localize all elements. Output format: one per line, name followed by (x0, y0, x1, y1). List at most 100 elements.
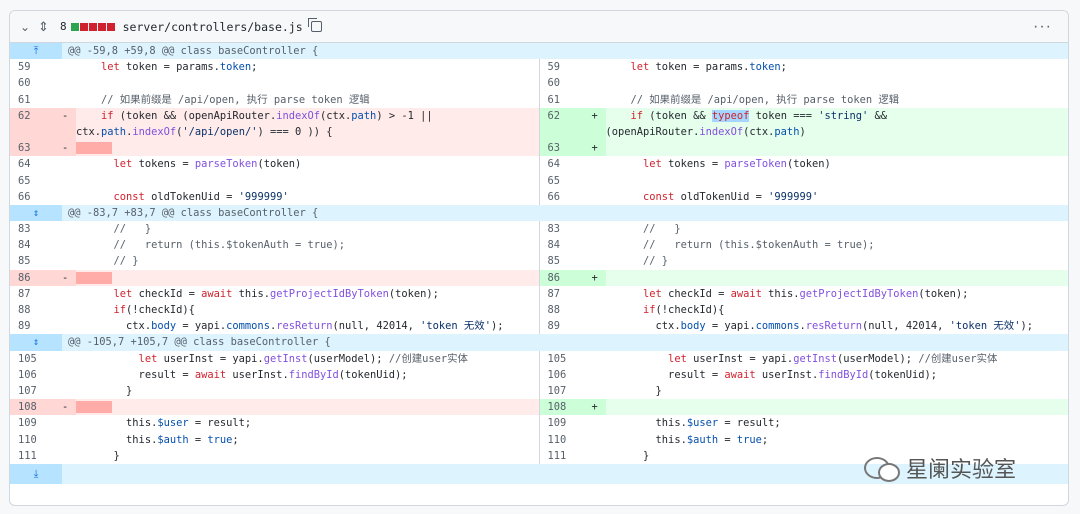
diffstat-block-del (88, 22, 97, 31)
line-number[interactable]: 64 (10, 156, 62, 172)
line-number[interactable]: 108 (10, 399, 62, 416)
line-number[interactable]: 60 (10, 75, 62, 91)
line-number[interactable]: 59 (540, 59, 592, 75)
addition-sign: + (591, 107, 606, 141)
line-number[interactable]: 88 (540, 302, 592, 318)
line-number[interactable]: 109 (540, 415, 592, 431)
expand-down-icon[interactable]: ⤓ (10, 463, 62, 484)
diff-row: 61 // 如果前缀是 /api/open, 执行 parse token 逻辑… (10, 91, 1068, 108)
more-options-icon[interactable]: ··· (1033, 18, 1058, 36)
line-number[interactable]: 111 (10, 448, 62, 464)
line-number[interactable]: 66 (540, 189, 592, 205)
line-number[interactable]: 105 (10, 351, 62, 367)
line-number[interactable]: 106 (10, 367, 62, 383)
diff-row: 85 // } 85 // } (10, 253, 1068, 270)
watermark-text: 星阑实验室 (906, 458, 1017, 483)
code-line-deleted: if (token && (openApiRouter.indexOf(ctx.… (76, 109, 433, 138)
line-number[interactable]: 110 (10, 432, 62, 448)
code-line: let userInst = yapi.getInst(userModel); … (605, 352, 998, 365)
whitespace-deletion-mark (76, 271, 112, 284)
addition-sign: + (591, 269, 606, 286)
line-number[interactable]: 109 (10, 415, 62, 431)
line-number[interactable]: 110 (540, 432, 592, 448)
line-number[interactable]: 106 (540, 367, 592, 383)
diff-row: 109 this.$user = result; 109 this.$user … (10, 415, 1068, 432)
code-line: let token = params.token; (605, 61, 787, 74)
code-line: // } (76, 255, 139, 268)
code-line: const oldTokenUid = '999999' (605, 190, 819, 203)
line-number[interactable]: 84 (540, 237, 592, 253)
deletion-sign: - (62, 140, 76, 157)
line-number[interactable]: 63 (539, 140, 592, 157)
diffstat-block-del (97, 22, 106, 31)
code-line: } (76, 449, 120, 462)
line-number[interactable]: 62 (10, 107, 62, 141)
line-number[interactable]: 111 (540, 448, 592, 464)
line-number[interactable]: 59 (10, 59, 62, 75)
line-number[interactable]: 85 (540, 253, 592, 269)
line-number[interactable]: 66 (10, 189, 62, 205)
whitespace-deletion-mark (76, 142, 112, 155)
line-number[interactable]: 60 (540, 75, 592, 91)
diff-row: 110 this.$auth = true; 110 this.$auth = … (10, 431, 1068, 448)
line-number[interactable]: 105 (540, 351, 592, 367)
line-number[interactable]: 84 (10, 237, 62, 253)
diff-row: 83 // } 83 // } (10, 221, 1068, 238)
file-path[interactable]: server/controllers/base.js (123, 20, 303, 34)
line-number[interactable]: 63 (10, 140, 62, 157)
expand-both-icon[interactable]: ⇕ (10, 204, 62, 222)
diff-row: 59 let token = params.token; 59 let toke… (10, 59, 1068, 76)
whitespace-deletion-mark (76, 401, 112, 414)
line-number[interactable]: 86 (10, 269, 62, 286)
diff-file: ⌄ ⇕ 8 server/controllers/base.js ··· ⤒ @… (9, 10, 1069, 506)
diff-row-changed: 108- 108 + (10, 399, 1068, 416)
code-line: ctx.body = yapi.commons.resReturn(null, … (76, 320, 504, 333)
line-number[interactable]: 61 (540, 92, 592, 108)
hunk-label: @@ -105,7 +105,7 @@ class baseController… (68, 336, 331, 349)
line-number[interactable]: 62 (539, 107, 592, 141)
expand-all-icon[interactable]: ⇕ (38, 19, 56, 35)
line-number[interactable]: 89 (540, 318, 592, 334)
line-number[interactable]: 89 (10, 318, 62, 334)
diff-row: 66 const oldTokenUid = '999999' 66 const… (10, 188, 1068, 205)
diff-row: 88 if(!checkId){ 88 if(!checkId){ (10, 302, 1068, 319)
code-line: this.$user = result; (605, 417, 781, 430)
code-line: this.$auth = true; (605, 433, 769, 446)
line-number[interactable]: 65 (10, 173, 62, 189)
line-number[interactable]: 83 (540, 221, 592, 237)
diff-row: 84 // return (this.$tokenAuth = true); 8… (10, 237, 1068, 254)
deletion-sign: - (62, 107, 76, 141)
copy-icon[interactable] (307, 18, 322, 32)
addition-sign: + (591, 399, 606, 416)
hunk-header: ⇕ @@ -83,7 +83,7 @@ class baseController… (10, 204, 1068, 222)
hunk-header: ⇕ @@ -105,7 +105,7 @@ class baseControll… (10, 334, 1068, 351)
code-line: // } (605, 255, 669, 268)
diff-row: 105 let userInst = yapi.getInst(userMode… (10, 350, 1068, 367)
code-line: ctx.body = yapi.commons.resReturn(null, … (605, 320, 1033, 333)
line-number[interactable]: 86 (539, 269, 592, 286)
expand-both-icon[interactable]: ⇕ (10, 334, 62, 351)
line-number[interactable]: 88 (10, 302, 62, 318)
code-line: if(!checkId){ (76, 304, 195, 317)
line-number[interactable]: 87 (540, 286, 592, 302)
code-line: result = await userInst.findById(tokenUi… (605, 368, 938, 381)
chevron-down-icon[interactable]: ⌄ (20, 20, 38, 34)
code-line: result = await userInst.findById(tokenUi… (76, 368, 408, 381)
code-line: let checkId = await this.getProjectIdByT… (76, 287, 439, 300)
line-number[interactable]: 65 (540, 173, 592, 189)
code-line: let checkId = await this.getProjectIdByT… (605, 287, 969, 300)
line-number[interactable]: 83 (10, 221, 62, 237)
line-number[interactable]: 108 (539, 399, 592, 416)
line-number[interactable]: 64 (540, 156, 592, 172)
line-number[interactable]: 87 (10, 286, 62, 302)
watermark: 星阑实验室 (864, 452, 1016, 484)
line-number[interactable]: 61 (10, 92, 62, 108)
diff-row: 60 60 (10, 75, 1068, 92)
line-number[interactable]: 107 (540, 383, 592, 399)
expand-up-icon[interactable]: ⤒ (10, 43, 62, 60)
diffstat-block-add (70, 22, 79, 31)
line-number[interactable]: 107 (10, 383, 62, 399)
code-line: if(!checkId){ (605, 304, 725, 317)
code-line: // 如果前缀是 /api/open, 执行 parse token 逻辑 (76, 93, 370, 106)
line-number[interactable]: 85 (10, 253, 62, 269)
